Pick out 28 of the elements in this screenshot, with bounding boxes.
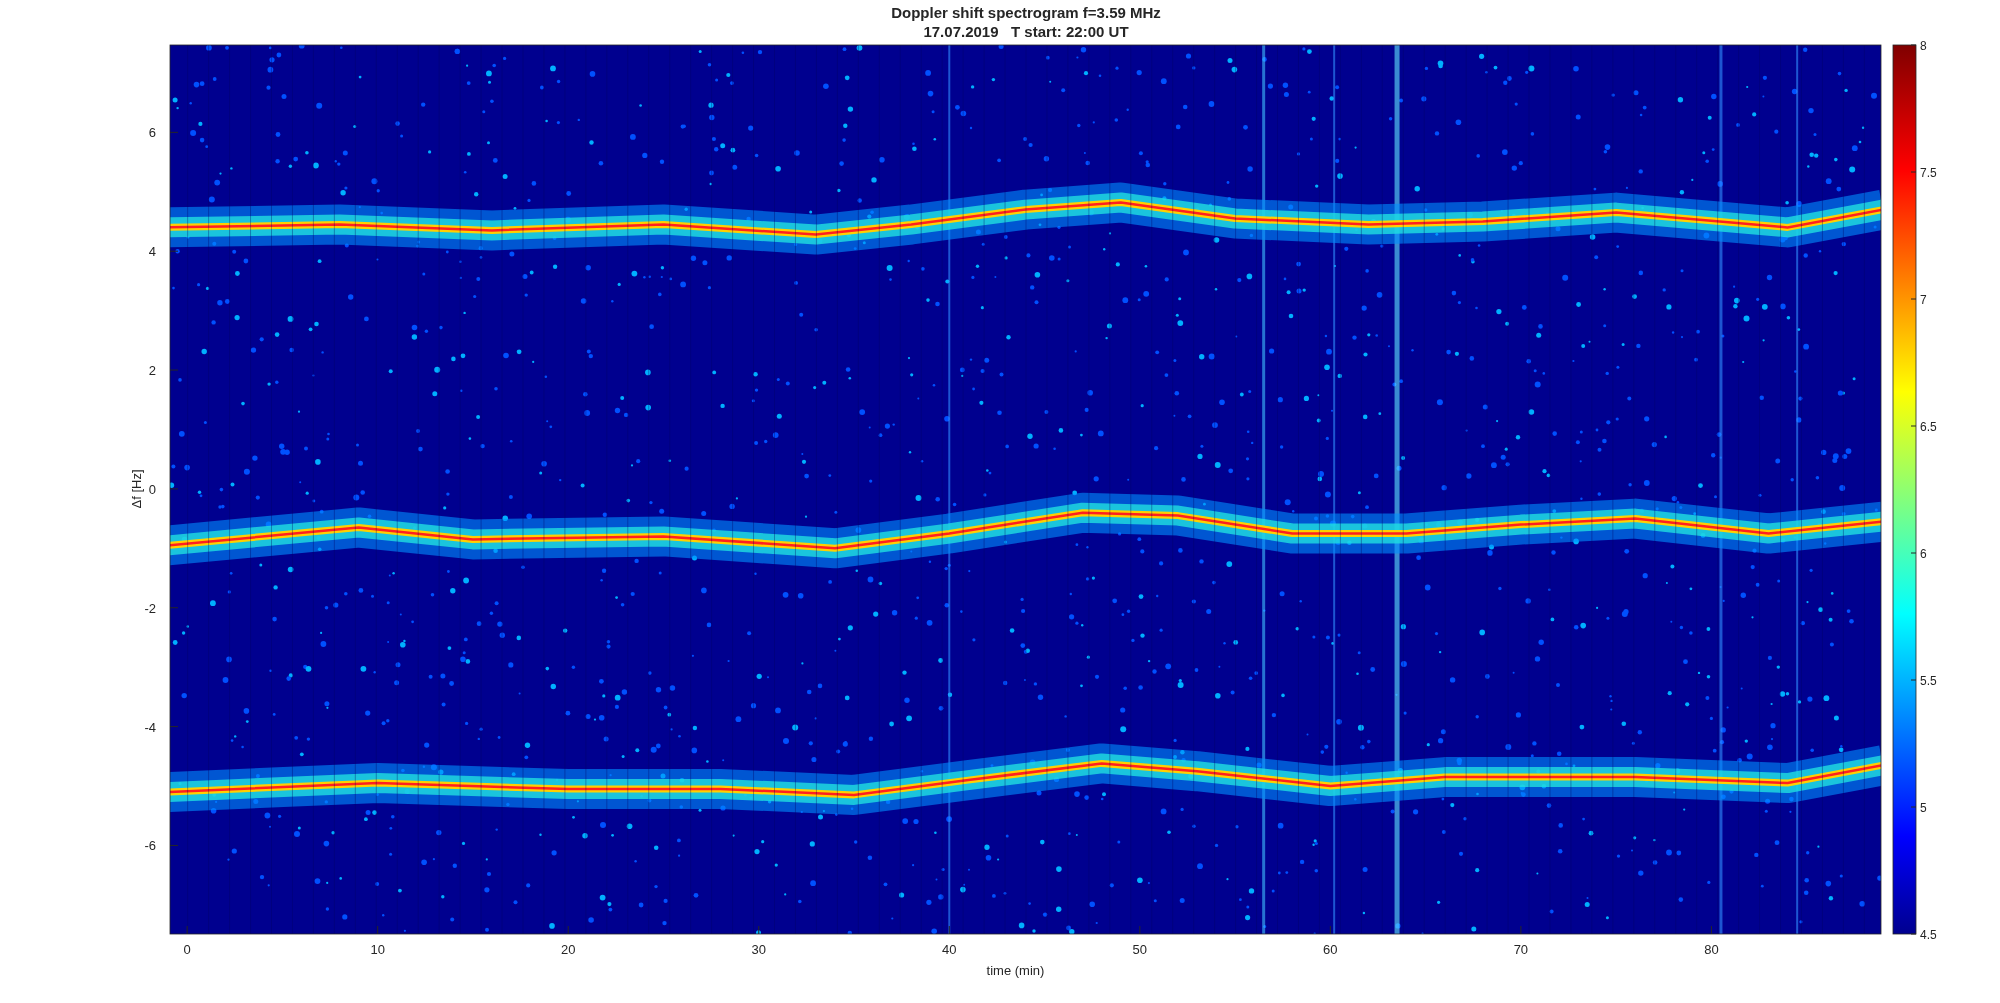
y-tick-label: -4 xyxy=(144,719,156,735)
x-tick-label: 80 xyxy=(1704,942,1719,957)
colorbar-tick-label: 5 xyxy=(1920,801,1927,815)
colorbar-tick-label: 8 xyxy=(1920,39,1927,53)
x-tick-label: 50 xyxy=(1132,942,1148,957)
y-tick-label: 4 xyxy=(148,244,156,260)
y-tick-label: 6 xyxy=(148,125,156,141)
y-tick-label: -6 xyxy=(144,838,156,854)
colorbar-tick-label: 4.5 xyxy=(1920,928,1937,942)
x-axis-label: time (min) xyxy=(986,963,1045,978)
x-tick-label: 10 xyxy=(370,942,385,957)
x-tick-label: 70 xyxy=(1513,942,1529,957)
y-tick-label: -2 xyxy=(144,600,156,616)
x-tick-label: 0 xyxy=(183,942,191,957)
y-tick-label: 2 xyxy=(148,363,156,379)
y-tick-label: 0 xyxy=(148,481,156,497)
colorbar-tick-label: 6.5 xyxy=(1920,420,1937,434)
colorbar-tick-label: 7 xyxy=(1920,293,1927,307)
x-tick-label: 40 xyxy=(942,942,957,957)
x-tick-label: 30 xyxy=(751,942,766,957)
colorbar-tick-label: 5.5 xyxy=(1920,674,1937,688)
colorbar-tick-label: 7.5 xyxy=(1920,166,1937,180)
colorbar-tick-label: 6 xyxy=(1920,547,1927,561)
chart-subtitle: 17.07.2019 T start: 22:00 UT xyxy=(923,23,1129,40)
x-tick-label: 60 xyxy=(1323,942,1338,957)
y-axis-label: Δf [Hz] xyxy=(129,469,144,509)
chart-title: Doppler shift spectrogram f=3.59 MHz xyxy=(891,4,1161,21)
x-tick-label: 20 xyxy=(561,942,576,957)
